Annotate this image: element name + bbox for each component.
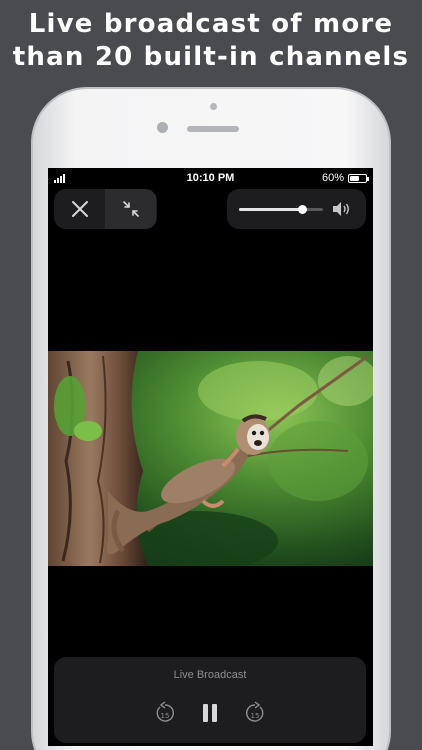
headline-line-1: Live broadcast of more [28, 9, 394, 39]
battery-percentage: 60% [321, 172, 344, 184]
close-button[interactable] [54, 189, 105, 229]
headline-line-2: than 20 built-in channels [12, 42, 410, 72]
transport-controls: 15 15 [54, 701, 366, 727]
exit-fullscreen-button[interactable] [105, 189, 156, 229]
proximity-sensor [157, 122, 168, 133]
headline: Live broadcast of more than 20 built-in … [0, 8, 422, 74]
skip-back-15-icon: 15 [156, 701, 174, 722]
speaker-volume-icon[interactable] [331, 200, 351, 218]
video-image [48, 351, 373, 566]
volume-slider[interactable] [239, 205, 323, 214]
status-bar: 10:10 PM 60% [48, 168, 373, 188]
close-icon [71, 201, 88, 217]
volume-slider-knob[interactable] [298, 205, 307, 214]
skip-forward-label: 15 [251, 712, 260, 720]
skip-forward-button[interactable]: 15 [244, 701, 266, 730]
skip-back-button[interactable]: 15 [154, 701, 176, 730]
now-playing-title: Live Broadcast [173, 669, 247, 681]
phone-screen: 10:10 PM 60% Live Broadcast 15 15 [48, 168, 373, 746]
window-controls [54, 189, 157, 229]
pause-icon [203, 704, 217, 722]
skip-back-label: 15 [161, 712, 170, 720]
video-frame[interactable] [48, 351, 373, 566]
volume-control [227, 189, 366, 229]
skip-forward-15-icon: 15 [246, 701, 264, 722]
exit-fullscreen-icon [122, 201, 139, 217]
earpiece-speaker [187, 126, 239, 132]
battery-icon [348, 174, 369, 183]
pause-button[interactable] [200, 701, 220, 730]
now-playing-panel: Live Broadcast 15 15 [54, 657, 366, 743]
front-camera [210, 103, 217, 110]
